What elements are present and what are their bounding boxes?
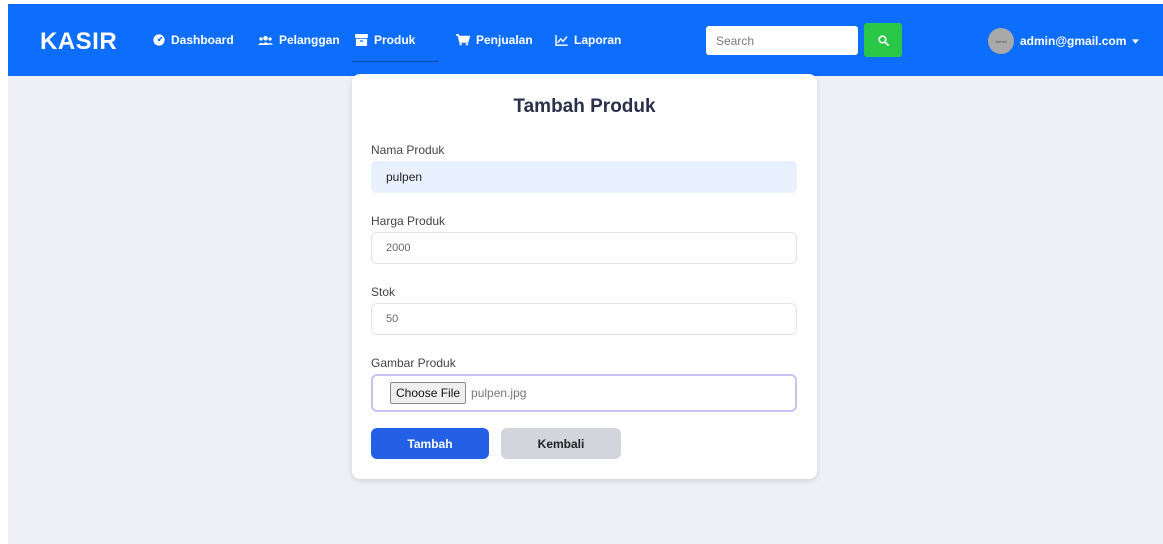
search-input[interactable] [706,26,858,55]
stock-label: Stok [371,285,396,299]
user-menu[interactable]: Admin admin@gmail.com [988,28,1140,54]
product-image-file-input[interactable]: Choose File pulpen.jpg [371,374,797,412]
nav-label-dashboard: Dashboard [171,33,234,47]
brand-logo[interactable]: KASIR [40,28,117,56]
tachometer-icon [153,34,165,46]
avatar: Admin [988,28,1014,54]
product-name-label: Nama Produk [371,143,445,157]
cart-icon [456,34,470,46]
nav-label-penjualan: Penjualan [476,33,533,47]
nav-label-laporan: Laporan [574,33,622,47]
back-button[interactable]: Kembali [501,428,621,459]
stock-input[interactable] [371,303,797,335]
nav-label-produk: Produk [374,33,416,47]
page-title: Tambah Produk [513,96,656,117]
nav-item-dashboard[interactable]: Dashboard [153,33,234,47]
add-button[interactable]: Tambah [371,428,489,459]
product-name-input[interactable] [371,161,797,193]
users-icon [258,35,273,45]
selected-file-name: pulpen.jpg [471,386,527,400]
nav-item-penjualan[interactable]: Penjualan [456,33,533,47]
app-window: KASIR Dashboard Pelanggan Produk Penjual… [8,4,1163,544]
avatar-label: Admin [995,38,1007,44]
chevron-down-icon [1132,38,1140,44]
add-product-card: Tambah Produk Nama Produk Harga Produk S… [352,74,817,479]
user-email: admin@gmail.com [1020,34,1127,48]
nav-item-produk[interactable]: Produk [355,33,415,47]
choose-file-button[interactable]: Choose File [390,382,467,404]
product-price-input[interactable] [371,232,797,264]
box-icon [355,34,368,46]
chart-line-icon [555,34,568,46]
nav-item-pelanggan[interactable]: Pelanggan [258,33,340,47]
search-icon [877,34,889,46]
product-image-label: Gambar Produk [371,356,456,370]
nav-active-indicator [352,61,438,62]
product-price-label: Harga Produk [371,214,446,228]
navbar: KASIR Dashboard Pelanggan Produk Penjual… [8,4,1163,76]
nav-label-pelanggan: Pelanggan [279,33,340,47]
search-button[interactable] [864,23,902,57]
nav-item-laporan[interactable]: Laporan [555,33,621,47]
